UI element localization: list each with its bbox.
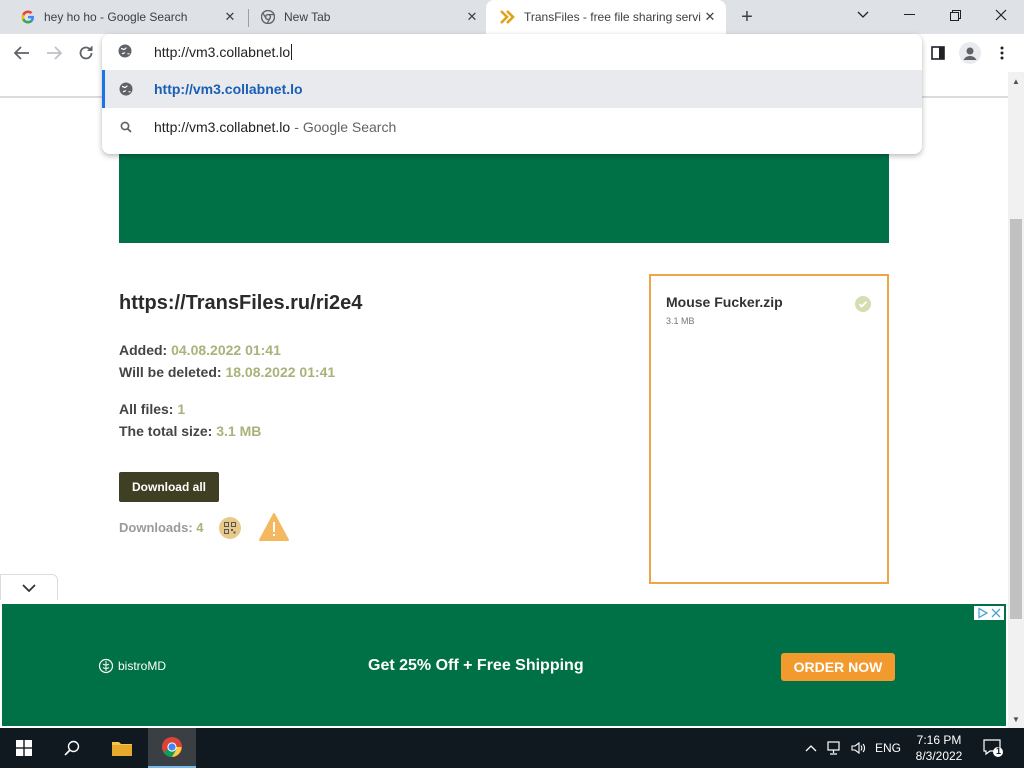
all-files-value: 1	[177, 401, 186, 417]
tab-transfiles[interactable]: TransFiles - free file sharing servi ✕	[486, 0, 726, 34]
omnibox-dropdown: http://vm3.collabnet.lo http://vm3.colla…	[102, 34, 922, 154]
deleted-value: 18.08.2022 01:41	[225, 364, 336, 380]
google-icon	[20, 9, 36, 25]
suggestion-separator: -	[294, 119, 299, 135]
chrome-taskbar-button[interactable]	[148, 728, 196, 768]
ad-brand: bistroMD	[118, 659, 167, 673]
check-icon[interactable]	[855, 296, 871, 312]
search-icon	[118, 119, 134, 135]
new-tab-button[interactable]: +	[736, 6, 758, 28]
tab-title: New Tab	[284, 10, 331, 24]
transfiles-icon	[500, 9, 516, 25]
total-size-value: 3.1 MB	[216, 423, 262, 439]
side-panel-icon[interactable]	[926, 41, 950, 65]
back-button[interactable]	[10, 41, 34, 65]
ad-headline: Get 25% Off + Free Shipping	[368, 657, 584, 674]
tab-strip: hey ho ho - Google Search ✕ New Tab ✕ Tr…	[0, 0, 1024, 34]
folder-icon	[112, 742, 132, 756]
close-tab-icon[interactable]: ✕	[702, 9, 718, 25]
deleted-label: Will be deleted:	[119, 364, 222, 380]
file-size: 3.1 MB	[666, 316, 695, 326]
restore-button[interactable]	[932, 0, 978, 30]
more-menu-icon[interactable]	[990, 41, 1014, 65]
chrome-icon	[260, 9, 276, 25]
globe-icon	[118, 44, 134, 60]
suggestion-url-text: http://vm3.collabnet.lo	[154, 81, 303, 97]
qr-code-icon[interactable]	[219, 517, 241, 539]
tab-search-icon[interactable]	[840, 0, 886, 30]
total-size-label: The total size:	[119, 423, 213, 439]
network-icon[interactable]	[824, 728, 846, 768]
notification-count: 1	[996, 746, 1002, 756]
chrome-icon	[162, 737, 182, 758]
added-row: Added: 04.08.2022 01:41	[119, 342, 281, 358]
show-hidden-icons[interactable]	[800, 728, 822, 768]
close-tab-icon[interactable]: ✕	[222, 9, 238, 25]
all-files-row: All files: 1	[119, 401, 185, 417]
tab-title: TransFiles - free file sharing servi	[524, 10, 701, 24]
page-scrollbar[interactable]: ▲ ▼	[1008, 72, 1024, 728]
search-icon	[64, 740, 80, 756]
file-explorer-button[interactable]	[98, 728, 146, 768]
all-files-label: All files:	[119, 401, 174, 417]
ad-banner[interactable]: bistroMD Get 25% Off + Free Shipping ORD…	[2, 604, 1006, 726]
tab-title: hey ho ho - Google Search	[44, 10, 188, 24]
leaf-icon	[98, 658, 114, 674]
added-value: 04.08.2022 01:41	[171, 342, 281, 358]
download-all-button[interactable]: Download all	[119, 472, 219, 502]
minimize-button[interactable]	[886, 0, 932, 30]
share-link[interactable]: https://TransFiles.ru/ri2e4	[119, 292, 362, 315]
order-now-button[interactable]: ORDER NOW	[781, 653, 895, 681]
notification-center-button[interactable]: 1	[978, 728, 1008, 768]
scroll-down-icon[interactable]: ▼	[1011, 714, 1021, 724]
scroll-up-icon[interactable]: ▲	[1011, 76, 1021, 86]
suggestion-url[interactable]: http://vm3.collabnet.lo	[102, 70, 922, 108]
file-name[interactable]: Mouse Fucker.zip	[666, 294, 783, 310]
tab-new-tab[interactable]: New Tab ✕	[246, 0, 488, 34]
reload-button[interactable]	[74, 41, 98, 65]
chevron-down-icon	[22, 583, 36, 592]
text-caret	[291, 44, 293, 60]
file-list-panel: Mouse Fucker.zip 3.1 MB	[649, 274, 889, 584]
tab-google-search[interactable]: hey ho ho - Google Search ✕	[6, 0, 246, 34]
bistromd-logo: bistroMD	[98, 658, 166, 674]
address-input-value: http://vm3.collabnet.lo	[154, 44, 291, 60]
volume-icon[interactable]	[848, 728, 870, 768]
chevron-up-icon	[805, 745, 817, 752]
close-tab-icon[interactable]: ✕	[464, 9, 480, 25]
adchoices-icon[interactable]	[974, 606, 1004, 620]
clock-date: 8/3/2022	[915, 749, 963, 763]
downloads-value: 4	[196, 520, 204, 535]
report-warning-icon[interactable]	[258, 512, 290, 547]
language-indicator[interactable]: ENG	[872, 728, 904, 768]
windows-icon	[16, 740, 32, 756]
deleted-row: Will be deleted: 18.08.2022 01:41	[119, 364, 335, 380]
suggestion-search[interactable]: http://vm3.collabnet.lo - Google Search	[102, 108, 922, 146]
taskbar-search-button[interactable]	[48, 728, 96, 768]
close-window-button[interactable]	[978, 0, 1024, 30]
downloads-count: Downloads: 4	[119, 520, 204, 535]
suggestion-search-text: http://vm3.collabnet.lo	[154, 119, 291, 135]
scrollbar-thumb[interactable]	[1010, 219, 1022, 619]
collapse-ad-button[interactable]	[0, 574, 58, 600]
forward-button[interactable]	[42, 41, 66, 65]
added-label: Added:	[119, 342, 168, 358]
profile-avatar[interactable]	[958, 41, 982, 65]
globe-icon	[118, 81, 134, 97]
downloads-label: Downloads:	[119, 520, 193, 535]
taskbar-clock[interactable]: 7:16 PM 8/3/2022	[908, 732, 970, 764]
windows-taskbar: ENG 7:16 PM 8/3/2022 1	[0, 728, 1024, 768]
suggestion-search-suffix: Google Search	[302, 119, 397, 135]
address-bar[interactable]: http://vm3.collabnet.lo	[102, 34, 922, 70]
clock-time: 7:16 PM	[916, 733, 962, 747]
total-size-row: The total size: 3.1 MB	[119, 423, 261, 439]
start-button[interactable]	[0, 728, 48, 768]
